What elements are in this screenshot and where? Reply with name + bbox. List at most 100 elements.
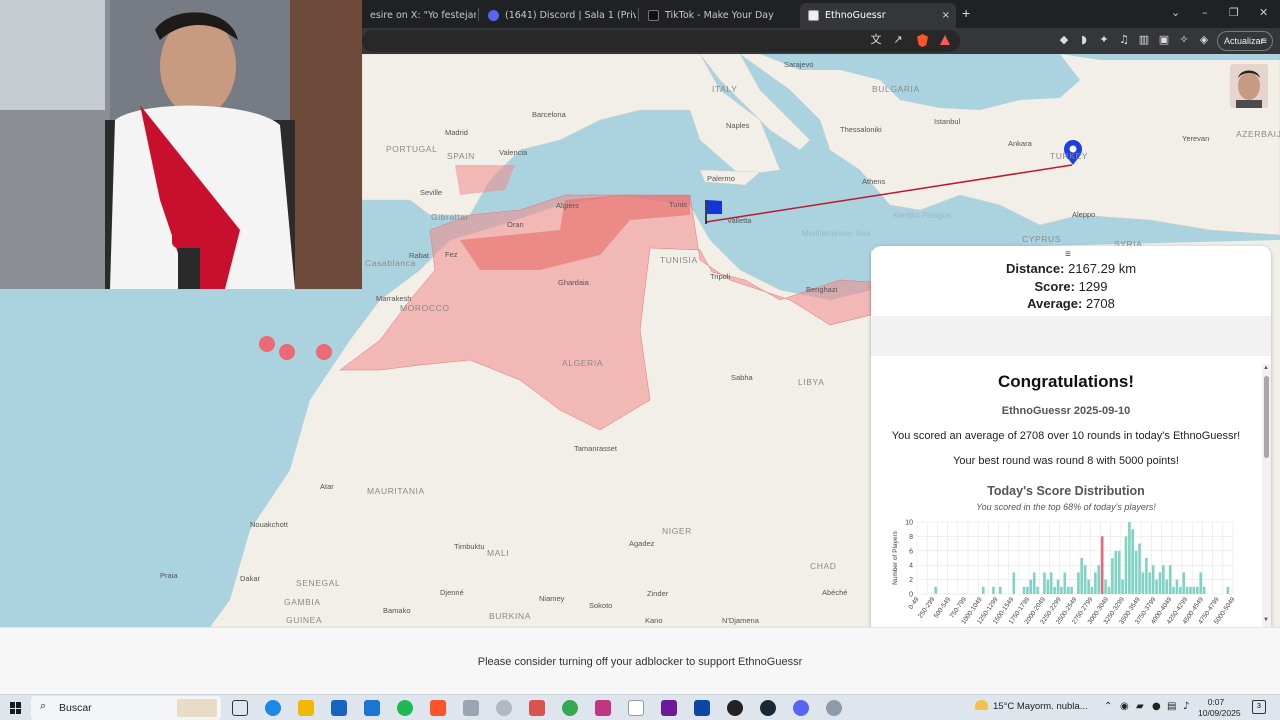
close-tab-icon[interactable]: × bbox=[942, 10, 950, 21]
summary-scroll-area[interactable]: Congratulations! EthnoGuessr 2025-09-10 … bbox=[871, 364, 1261, 627]
chart-bar bbox=[1134, 550, 1138, 594]
country-label: BURKINA bbox=[489, 611, 531, 621]
scroll-up-arrow-icon[interactable]: ▲ bbox=[1263, 365, 1269, 371]
city-label: Palermo bbox=[707, 174, 735, 183]
city-label: Valencia bbox=[499, 148, 528, 157]
chart-bar bbox=[1162, 565, 1165, 594]
vpn-icon[interactable]: ◈ bbox=[1198, 34, 1210, 46]
y-tick-label: 10 bbox=[905, 520, 913, 527]
search-icon: ⌕ bbox=[40, 700, 47, 712]
app-icon[interactable] bbox=[694, 700, 710, 716]
file-explorer-icon[interactable] bbox=[298, 700, 314, 716]
city-label: Djenné bbox=[440, 588, 464, 597]
chart-bar bbox=[1026, 586, 1029, 594]
update-button[interactable]: Actualizar ≡ bbox=[1217, 31, 1273, 51]
media-controls-icon[interactable]: ♫ bbox=[1118, 34, 1130, 46]
tray-battery-icon[interactable]: ▰ bbox=[1136, 701, 1144, 712]
volume-icon[interactable]: ♪ bbox=[1183, 701, 1189, 712]
tray-app-icon[interactable]: ◉ bbox=[1120, 701, 1129, 712]
city-label: Barcelona bbox=[532, 110, 566, 119]
app-icon[interactable] bbox=[529, 700, 545, 716]
scroll-down-arrow-icon[interactable]: ▼ bbox=[1263, 617, 1269, 623]
country-label: PORTUGAL bbox=[386, 144, 438, 154]
app-icon[interactable] bbox=[661, 700, 677, 716]
brave-shields-icon[interactable] bbox=[917, 34, 928, 47]
tab-discord[interactable]: (1641) Discord | Sala 1 (Privado) | P bbox=[480, 3, 636, 28]
chart-bar bbox=[1131, 529, 1135, 594]
share-icon[interactable]: ↗ bbox=[892, 34, 904, 46]
chart-bar bbox=[1199, 572, 1203, 594]
result-panel: ≡ Distance: 2167.29 km Score: 1299 Avera… bbox=[871, 246, 1271, 627]
app-icon[interactable] bbox=[826, 700, 842, 716]
wallet-icon[interactable]: ▣ bbox=[1158, 34, 1170, 46]
notifications-icon[interactable]: 3 bbox=[1252, 700, 1266, 714]
close-window-button[interactable]: ✕ bbox=[1259, 6, 1268, 19]
translate-icon[interactable]: 文 bbox=[870, 34, 882, 46]
city-label: Kano bbox=[645, 616, 663, 625]
average-row: Average: 2708 bbox=[871, 295, 1271, 313]
windows-start-icon[interactable] bbox=[10, 702, 22, 714]
microphone-icon[interactable]: ● bbox=[1152, 701, 1161, 712]
country-label: ALGERIA bbox=[562, 358, 604, 368]
city-label: Sokoto bbox=[589, 601, 613, 610]
chart-bar bbox=[1056, 579, 1060, 594]
tab-tiktok[interactable]: TikTok - Make Your Day bbox=[640, 3, 798, 28]
tab-divider bbox=[478, 8, 479, 21]
y-tick-label: 4 bbox=[909, 563, 913, 570]
chart-bar bbox=[1097, 565, 1101, 594]
city-label: Valletta bbox=[727, 216, 752, 225]
notepad-icon[interactable] bbox=[628, 700, 644, 716]
panel-scrollbar[interactable]: ▲ ▼ bbox=[1262, 364, 1271, 627]
brave-rewards-icon[interactable] bbox=[940, 35, 950, 45]
instagram-icon[interactable] bbox=[595, 700, 611, 716]
store-icon[interactable] bbox=[331, 700, 347, 716]
taskbar-search-box[interactable]: ⌕ Buscar bbox=[31, 696, 221, 720]
tab-label: EthnoGuessr bbox=[825, 10, 886, 21]
extension-diamond-icon[interactable]: ◆ bbox=[1058, 34, 1070, 46]
tab-x-post[interactable]: esire on X: "Yo festejando el gе bbox=[362, 3, 476, 28]
new-tab-button[interactable]: + bbox=[962, 5, 970, 21]
leo-ai-icon[interactable]: ✧ bbox=[1178, 34, 1190, 46]
edge-icon[interactable] bbox=[265, 700, 281, 716]
system-clock[interactable]: 0:07 10/09/2025 bbox=[1198, 697, 1241, 719]
city-label: Ghardaia bbox=[558, 278, 589, 287]
weather-widget[interactable]: 15°C Mayorm. nubla... bbox=[975, 700, 1088, 712]
city-label: Nouakchott bbox=[250, 520, 288, 529]
city-label: Oran bbox=[507, 220, 524, 229]
mail-icon[interactable] bbox=[364, 700, 380, 716]
chart-bar bbox=[1141, 572, 1145, 594]
steam-icon[interactable] bbox=[760, 700, 776, 716]
network-icon[interactable]: ▤ bbox=[1167, 701, 1176, 712]
country-label: BULGARIA bbox=[872, 84, 920, 94]
brave-icon[interactable] bbox=[430, 700, 446, 716]
country-label: ITALY bbox=[712, 84, 738, 94]
extensions-puzzle-icon[interactable]: ✦ bbox=[1098, 34, 1110, 46]
chrome-icon[interactable] bbox=[562, 700, 578, 716]
chart-bar bbox=[992, 586, 995, 594]
chart-bar bbox=[1070, 586, 1073, 594]
chart-bar bbox=[1151, 565, 1155, 594]
tab-ethnoguessr[interactable]: EthnoGuessr × bbox=[800, 3, 956, 28]
score-label: Score: bbox=[1034, 278, 1075, 294]
average-value: 2708 bbox=[1085, 296, 1115, 311]
task-view-icon[interactable] bbox=[232, 700, 248, 716]
country-label: GAMBIA bbox=[284, 597, 321, 607]
spotify-icon[interactable] bbox=[397, 700, 413, 716]
maximize-button[interactable]: ❐ bbox=[1229, 6, 1239, 19]
city-label: Tamanrasset bbox=[574, 444, 617, 453]
app-icon[interactable] bbox=[496, 700, 512, 716]
app-icon[interactable] bbox=[727, 700, 743, 716]
city-label: Atar bbox=[320, 482, 334, 491]
clock-time: 0:07 bbox=[1207, 697, 1225, 707]
app-icon[interactable] bbox=[463, 700, 479, 716]
chart-bar bbox=[1226, 586, 1230, 594]
city-label: Seville bbox=[420, 188, 443, 197]
tray-overflow-icon[interactable]: ⌃ bbox=[1104, 701, 1112, 712]
extension-shield-icon[interactable]: ◗ bbox=[1078, 34, 1090, 46]
panel-menu-icon[interactable]: ≡ bbox=[1065, 249, 1071, 260]
minimize-button[interactable]: – bbox=[1202, 6, 1208, 19]
tab-search-icon[interactable]: ⌄ bbox=[1171, 6, 1180, 19]
sidebar-icon[interactable]: ▥ bbox=[1138, 34, 1150, 46]
scrollbar-thumb[interactable] bbox=[1264, 376, 1269, 458]
discord-icon[interactable] bbox=[793, 700, 809, 716]
